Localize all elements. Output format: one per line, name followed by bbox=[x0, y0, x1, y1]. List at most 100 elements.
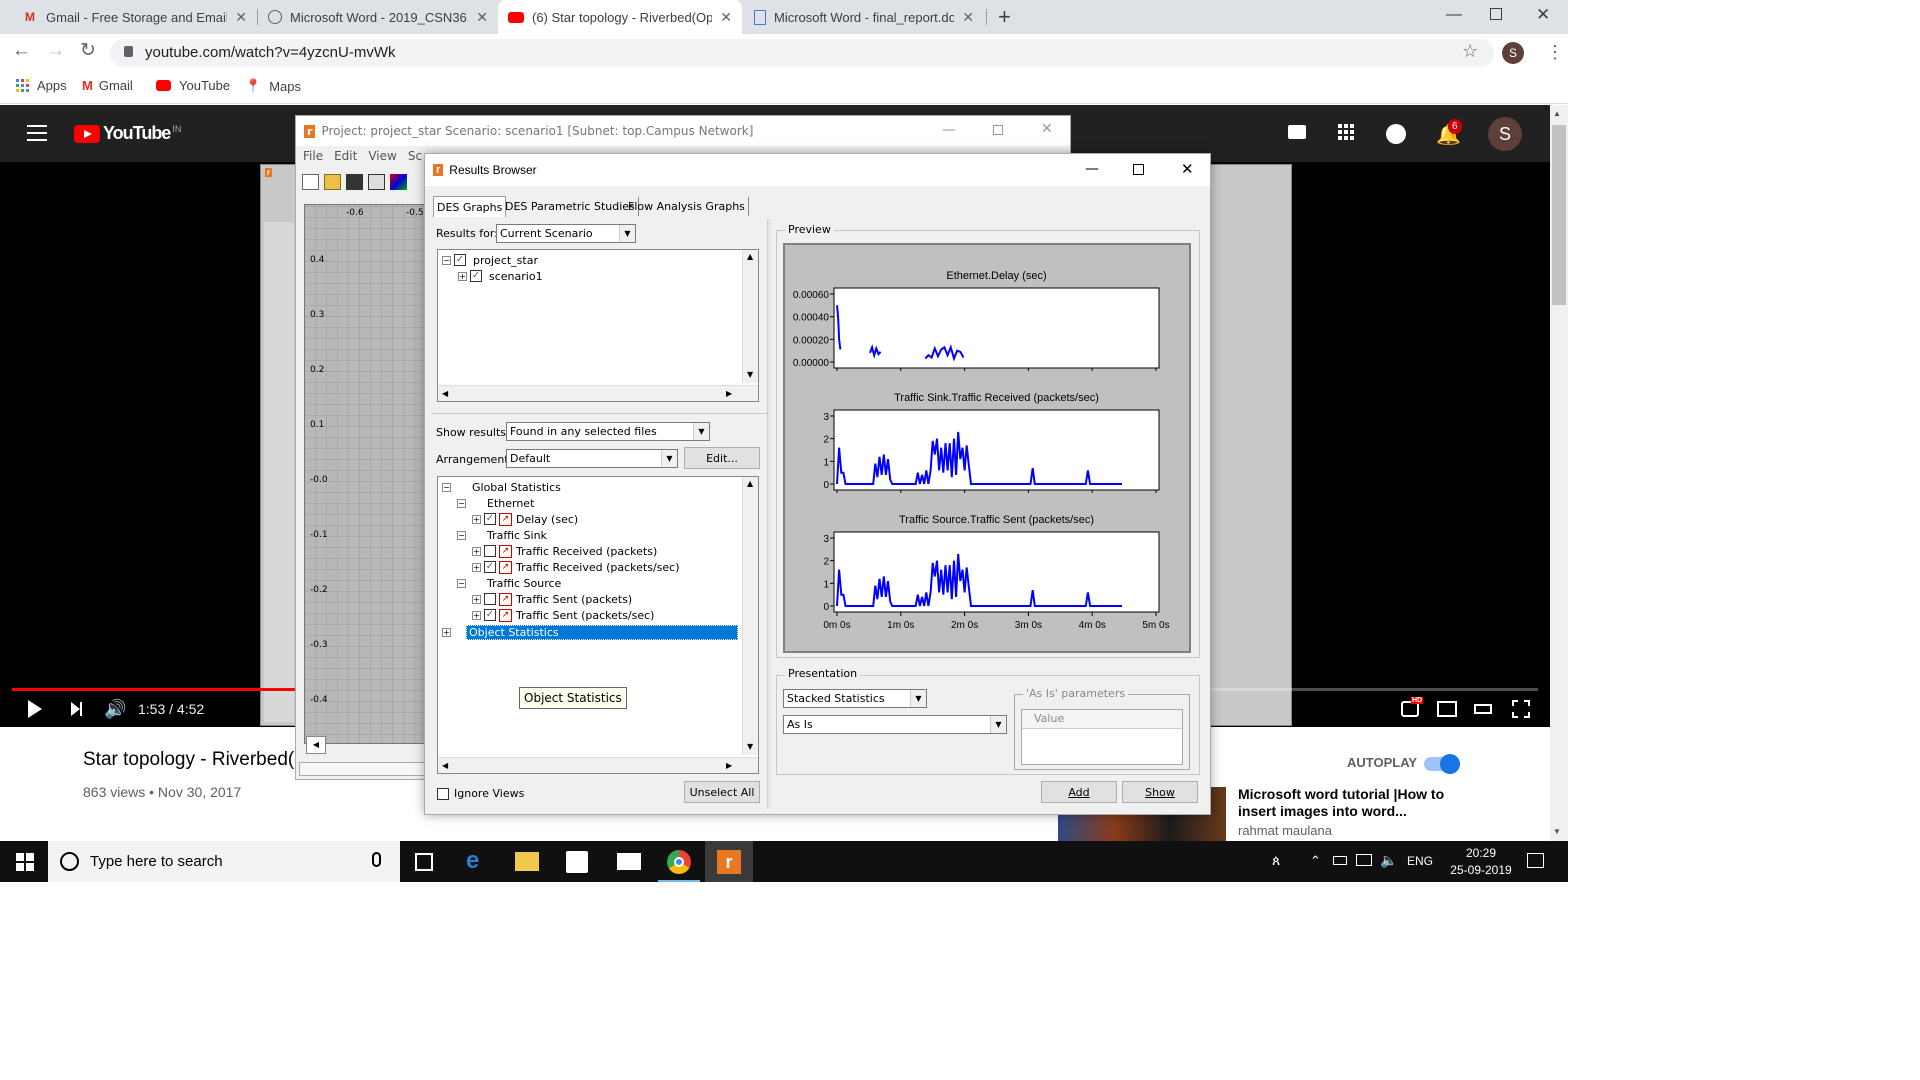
menu-dots-icon[interactable]: ⋮ bbox=[1546, 42, 1564, 63]
opnet-taskbar-button[interactable]: r bbox=[705, 841, 753, 882]
next-video-title[interactable]: Microsoft word tutorial |How to insert i… bbox=[1238, 786, 1478, 820]
close-tab-icon[interactable]: ✕ bbox=[235, 9, 247, 26]
windows-start-icon[interactable] bbox=[16, 853, 34, 871]
expand-icon[interactable]: + bbox=[442, 627, 451, 637]
tree-item-traffic-source[interactable]: − Traffic Source bbox=[457, 575, 561, 591]
bookmark-youtube[interactable]: YouTube bbox=[156, 78, 230, 93]
scroll-down-icon[interactable]: ▼ bbox=[747, 370, 753, 379]
action-center-icon[interactable] bbox=[1527, 853, 1544, 868]
open-folder-icon[interactable] bbox=[324, 174, 341, 190]
checkbox-checked[interactable]: ✓ bbox=[454, 254, 466, 266]
task-view-icon[interactable] bbox=[415, 853, 433, 871]
filter-dropdown[interactable]: As Is ▼ bbox=[783, 715, 1007, 734]
apps-grid-icon[interactable] bbox=[1338, 124, 1354, 140]
vertical-scrollbar[interactable]: ▲ ▼ bbox=[742, 477, 758, 755]
collapse-icon[interactable]: − bbox=[442, 482, 451, 492]
theater-mode-icon[interactable] bbox=[1474, 704, 1492, 714]
tree-item-scenario[interactable]: + ✓ scenario1 bbox=[458, 268, 543, 284]
minimize-icon[interactable]: — bbox=[1446, 6, 1462, 24]
fullscreen-icon[interactable] bbox=[1512, 700, 1530, 718]
add-button[interactable]: Add bbox=[1041, 781, 1117, 803]
ignore-views-checkbox[interactable]: Ignore Views bbox=[437, 787, 524, 800]
horizontal-scrollbar[interactable]: ◀ ▶ bbox=[438, 385, 758, 401]
expand-icon[interactable]: + bbox=[472, 546, 481, 556]
show-results-dropdown[interactable]: Found in any selected files ▼ bbox=[506, 422, 710, 441]
create-video-icon[interactable] bbox=[1288, 125, 1306, 139]
checkbox-unchecked[interactable] bbox=[484, 545, 496, 557]
show-hidden-icons-icon[interactable]: ⌃ bbox=[1310, 853, 1321, 869]
tree-item-traffic-sent-packets[interactable]: + ↗ Traffic Sent (packets) bbox=[472, 591, 632, 607]
close-icon[interactable]: ✕ bbox=[1041, 121, 1053, 137]
menu-edit[interactable]: Edit bbox=[334, 149, 357, 163]
save-icon[interactable] bbox=[346, 174, 363, 190]
browser-tab-youtube[interactable]: (6) Star topology - Riverbed(Opn ✕ bbox=[498, 0, 742, 34]
arrangement-dropdown[interactable]: Default ▼ bbox=[506, 449, 678, 468]
edge-browser-icon[interactable]: e bbox=[466, 847, 479, 875]
network-tool-icon[interactable] bbox=[390, 174, 407, 190]
battery-icon[interactable] bbox=[1333, 856, 1347, 865]
address-bar[interactable]: youtube.com/watch?v=4yzcnU-mvWk ☆ bbox=[110, 39, 1494, 67]
presentation-dropdown[interactable]: Stacked Statistics ▼ bbox=[783, 689, 927, 708]
volume-icon[interactable]: 🔈 bbox=[1380, 852, 1397, 869]
scroll-up-icon[interactable]: ▲ bbox=[1553, 109, 1561, 118]
close-icon[interactable]: ✕ bbox=[1181, 160, 1194, 178]
next-video-channel[interactable]: rahmat maulana bbox=[1238, 823, 1332, 838]
tree-item-traffic-received-packets[interactable]: + ↗ Traffic Received (packets) bbox=[472, 543, 657, 559]
print-icon[interactable] bbox=[368, 174, 385, 190]
play-icon[interactable] bbox=[28, 700, 42, 718]
youtube-avatar[interactable]: S bbox=[1488, 117, 1522, 151]
edit-button[interactable]: Edit... bbox=[684, 447, 760, 469]
scroll-up-icon[interactable]: ▲ bbox=[747, 252, 753, 261]
messages-icon[interactable] bbox=[1386, 124, 1406, 144]
tree-item-project[interactable]: − ✓ project_star bbox=[442, 252, 538, 268]
tree-item-object-statistics[interactable]: + Object Statistics bbox=[442, 624, 738, 640]
bookmark-star-icon[interactable]: ☆ bbox=[1462, 41, 1478, 62]
bookmark-maps[interactable]: 📍 Maps bbox=[245, 78, 301, 94]
miniplayer-icon[interactable] bbox=[1437, 701, 1457, 717]
mail-icon[interactable] bbox=[617, 853, 641, 870]
clock[interactable]: 20:29 25-09-2019 bbox=[1446, 845, 1516, 879]
checkbox-unchecked[interactable] bbox=[437, 787, 449, 800]
scroll-left-icon[interactable]: ◀ bbox=[442, 761, 448, 770]
maximize-icon[interactable] bbox=[1133, 164, 1144, 175]
tree-item-ethernet[interactable]: − Ethernet bbox=[457, 495, 534, 511]
microphone-icon[interactable] bbox=[372, 852, 381, 867]
minimize-icon[interactable]: — bbox=[1085, 161, 1099, 177]
tab-des-graphs[interactable]: DES Graphs bbox=[433, 196, 507, 217]
panel-splitter[interactable] bbox=[767, 219, 771, 809]
scroll-up-icon[interactable]: ▲ bbox=[747, 479, 753, 488]
expand-icon[interactable]: + bbox=[472, 594, 481, 604]
bookmark-apps[interactable]: Apps bbox=[16, 78, 67, 93]
checkbox-unchecked[interactable] bbox=[484, 593, 496, 605]
volume-icon[interactable]: 🔊 bbox=[104, 699, 126, 720]
checkbox-checked[interactable]: ✓ bbox=[484, 561, 496, 573]
scroll-right-icon[interactable]: ▶ bbox=[726, 761, 732, 770]
bookmark-gmail[interactable]: M Gmail bbox=[82, 78, 133, 93]
chrome-icon[interactable] bbox=[667, 850, 691, 874]
close-tab-icon[interactable]: ✕ bbox=[962, 9, 974, 26]
store-icon[interactable] bbox=[566, 851, 588, 873]
reload-icon[interactable]: ↻ bbox=[80, 39, 96, 62]
horizontal-scrollbar[interactable]: ◀ ▶ bbox=[438, 757, 758, 773]
file-explorer-icon[interactable] bbox=[515, 852, 539, 871]
scroll-thumb[interactable] bbox=[1552, 125, 1566, 305]
scroll-down-icon[interactable]: ▼ bbox=[1553, 827, 1561, 836]
tab-flow-analysis[interactable]: Flow Analysis Graphs bbox=[625, 197, 749, 216]
tree-item-delay[interactable]: + ✓ ↗ Delay (sec) bbox=[472, 511, 578, 527]
back-icon[interactable]: ← bbox=[12, 40, 31, 62]
close-window-icon[interactable]: ✕ bbox=[1536, 5, 1550, 25]
scroll-right-icon[interactable]: ▶ bbox=[726, 389, 732, 398]
new-tab-icon[interactable]: + bbox=[998, 4, 1011, 30]
language-indicator[interactable]: ENG bbox=[1407, 854, 1433, 868]
close-tab-icon[interactable]: ✕ bbox=[476, 9, 488, 26]
browser-tab-word-2[interactable]: Microsoft Word - final_report.do ✕ bbox=[744, 0, 984, 34]
collapse-icon[interactable]: − bbox=[457, 498, 466, 508]
vertical-scrollbar[interactable]: ▲ ▼ bbox=[742, 250, 758, 383]
profile-avatar[interactable]: S bbox=[1502, 42, 1524, 64]
tab-des-parametric[interactable]: DES Parametric Studies bbox=[502, 197, 639, 216]
collapse-icon[interactable]: − bbox=[457, 578, 466, 588]
people-icon[interactable]: ጰ bbox=[1272, 852, 1280, 869]
forward-icon[interactable]: → bbox=[46, 40, 65, 62]
expand-icon[interactable]: + bbox=[472, 562, 481, 572]
menu-view[interactable]: View bbox=[368, 149, 396, 163]
